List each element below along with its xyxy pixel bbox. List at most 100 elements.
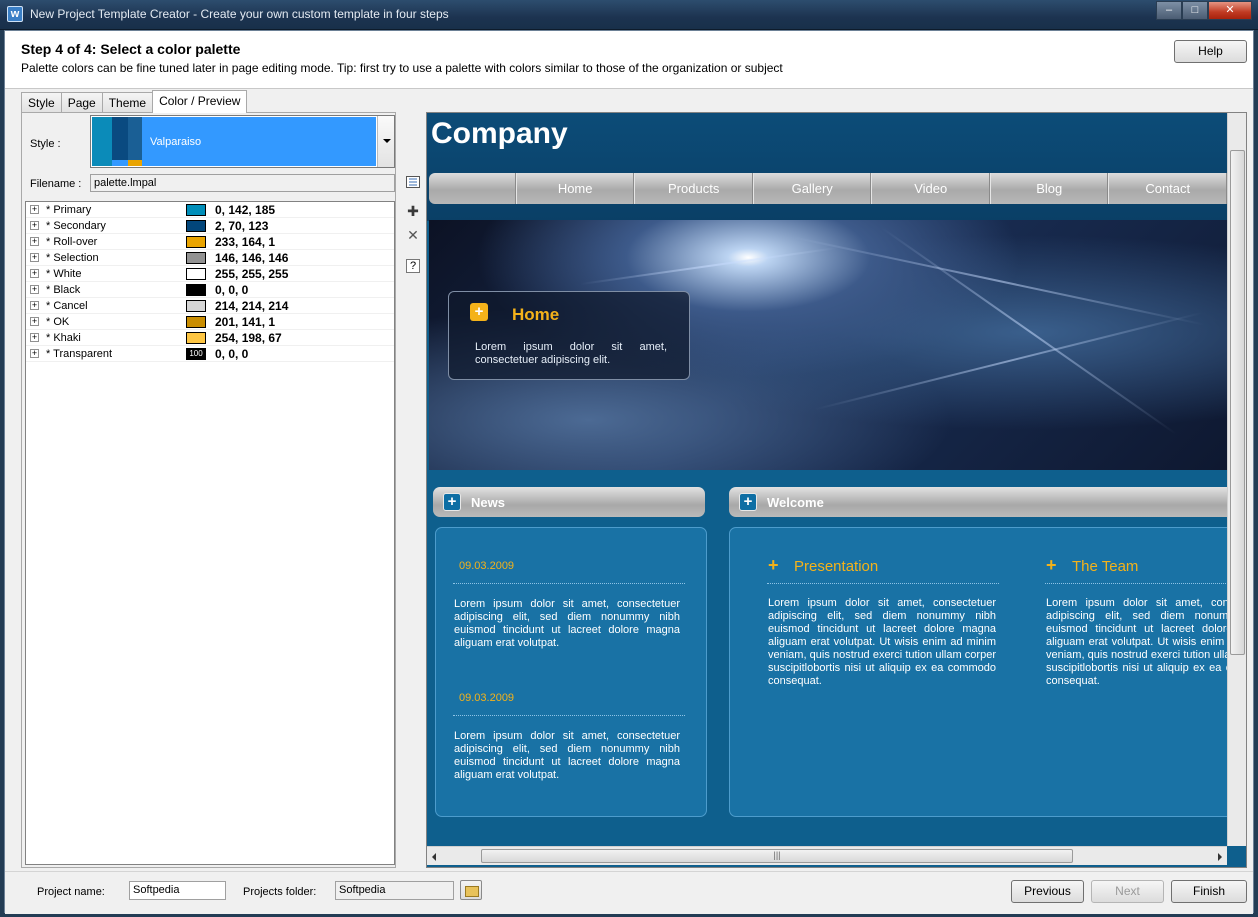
scroll-thumb[interactable]: ||| [481, 849, 1073, 863]
add-icon[interactable]: ✚ [404, 202, 422, 220]
scroll-left-icon[interactable] [432, 853, 436, 861]
tab-strip: Style Page Theme Color / Preview [21, 90, 248, 113]
template-preview: Company Home Products Gallery Video Blog… [426, 112, 1247, 868]
color-row-khaki[interactable]: + * Khaki 254, 198, 67 [26, 330, 394, 346]
color-value: 0, 142, 185 [215, 203, 276, 217]
nav-item-contact[interactable]: Contact [1108, 173, 1227, 204]
swatch-primary-stripe [92, 117, 112, 166]
tab-color-preview[interactable]: Color / Preview [152, 90, 248, 113]
next-button[interactable]: Next [1091, 880, 1164, 903]
style-label: Style : [30, 138, 61, 150]
expand-icon[interactable]: + [30, 317, 39, 326]
color-swatch[interactable] [186, 220, 206, 232]
color-swatch[interactable] [186, 268, 206, 280]
light-streak [793, 236, 1205, 326]
tab-page[interactable]: Page [60, 92, 103, 113]
vertical-scrollbar[interactable] [1227, 113, 1246, 846]
team-text: Lorem ipsum dolor sit amet, consectetuer… [1046, 597, 1246, 687]
scroll-thumb[interactable] [1230, 150, 1245, 655]
tab-style[interactable]: Style [21, 92, 62, 113]
color-row-roll-over[interactable]: + * Roll-over 233, 164, 1 [26, 234, 394, 250]
color-list[interactable]: + * Primary 0, 142, 185 + * Secondary 2,… [25, 201, 395, 865]
filename-field[interactable]: palette.lmpal [90, 174, 395, 192]
swatch-accent-stripe [128, 117, 142, 166]
expand-icon[interactable]: + [30, 333, 39, 342]
palette-panel: Style : Valparaiso Filename : palette.lm… [21, 112, 396, 868]
nav-item-blog[interactable]: Blog [989, 173, 1109, 204]
tab-theme[interactable]: Theme [101, 92, 154, 113]
team-title: The Team [1072, 558, 1139, 575]
nav-item-products[interactable]: Products [634, 173, 753, 204]
color-name: * Cancel [46, 300, 88, 312]
finish-button[interactable]: Finish [1171, 880, 1247, 903]
color-swatch[interactable] [186, 332, 206, 344]
swatch-secondary-stripe [112, 117, 128, 160]
chevron-down-icon[interactable] [377, 116, 394, 167]
projects-folder-field[interactable]: Softpedia [335, 881, 454, 900]
style-dropdown[interactable]: Valparaiso [90, 115, 395, 168]
close-button[interactable]: ✕ [1208, 1, 1252, 20]
nav-item-gallery[interactable]: Gallery [752, 173, 872, 204]
color-swatch[interactable] [186, 252, 206, 264]
color-name: * Transparent [46, 348, 113, 360]
help-icon[interactable]: ? [406, 259, 420, 273]
color-swatch[interactable] [186, 284, 206, 296]
color-swatch[interactable] [186, 316, 206, 328]
divider [767, 583, 999, 584]
horizontal-scrollbar[interactable]: ||| [427, 846, 1227, 865]
step-title: Step 4 of 4: Select a color palette [21, 41, 241, 57]
delete-icon[interactable]: ✕ [404, 226, 422, 244]
color-swatch[interactable] [186, 236, 206, 248]
color-name: * Black [46, 284, 81, 296]
color-value: 0, 0, 0 [215, 347, 249, 361]
hero-card: + Home Lorem ipsum dolor sit amet, conse… [448, 291, 690, 380]
color-value: 254, 198, 67 [215, 331, 282, 345]
color-row-selection[interactable]: + * Selection 146, 146, 146 [26, 250, 394, 266]
expand-icon[interactable]: + [30, 269, 39, 278]
presentation-title: Presentation [794, 558, 879, 575]
scroll-right-icon[interactable] [1218, 853, 1222, 861]
color-value: 2, 70, 123 [215, 219, 269, 233]
color-value: 255, 255, 255 [215, 267, 289, 281]
color-row-white[interactable]: + * White 255, 255, 255 [26, 266, 394, 282]
filename-label: Filename : [30, 178, 82, 190]
color-swatch[interactable]: 100 [186, 348, 206, 360]
color-row-cancel[interactable]: + * Cancel 214, 214, 214 [26, 298, 394, 314]
expand-icon[interactable]: + [30, 237, 39, 246]
color-row-ok[interactable]: + * OK 201, 141, 1 [26, 314, 394, 330]
maximize-button[interactable]: □ [1182, 1, 1208, 20]
nav-item-video[interactable]: Video [871, 173, 990, 204]
help-button[interactable]: Help [1174, 40, 1247, 63]
wizard-footer: Project name: Softpedia Projects folder:… [5, 871, 1253, 914]
app-icon: w [7, 6, 23, 22]
color-row-black[interactable]: + * Black 0, 0, 0 [26, 282, 394, 298]
color-swatch[interactable] [186, 300, 206, 312]
color-row-primary[interactable]: + * Primary 0, 142, 185 [26, 202, 394, 218]
folder-open-icon[interactable] [460, 880, 482, 900]
expand-icon[interactable]: + [30, 221, 39, 230]
palette-list-icon[interactable] [404, 174, 422, 192]
plus-icon: + [768, 555, 779, 575]
step-subtitle: Palette colors can be fine tuned later i… [21, 61, 783, 75]
color-row-transparent[interactable]: + * Transparent 100 0, 0, 0 [26, 346, 394, 362]
expand-icon[interactable]: + [30, 253, 39, 262]
news-title: News [471, 495, 505, 510]
minimize-button[interactable]: – [1156, 1, 1182, 20]
expand-icon[interactable]: + [30, 285, 39, 294]
color-swatch[interactable] [186, 204, 206, 216]
preview-header: Company Home Products Gallery Video Blog… [427, 113, 1227, 221]
expand-icon[interactable]: + [30, 349, 39, 358]
color-row-secondary[interactable]: + * Secondary 2, 70, 123 [26, 218, 394, 234]
nav-item-home[interactable]: Home [515, 173, 635, 204]
color-name: * OK [46, 316, 70, 328]
projects-folder-label: Projects folder: [243, 886, 317, 898]
color-name: * Primary [46, 204, 92, 216]
plus-icon: + [739, 493, 757, 511]
color-name: * Roll-over [46, 236, 98, 248]
news-date: 09.03.2009 [459, 692, 515, 704]
expand-icon[interactable]: + [30, 301, 39, 310]
previous-button[interactable]: Previous [1011, 880, 1084, 903]
swatch-rollover-stripe [128, 160, 142, 166]
project-name-field[interactable]: Softpedia [129, 881, 226, 900]
expand-icon[interactable]: + [30, 205, 39, 214]
